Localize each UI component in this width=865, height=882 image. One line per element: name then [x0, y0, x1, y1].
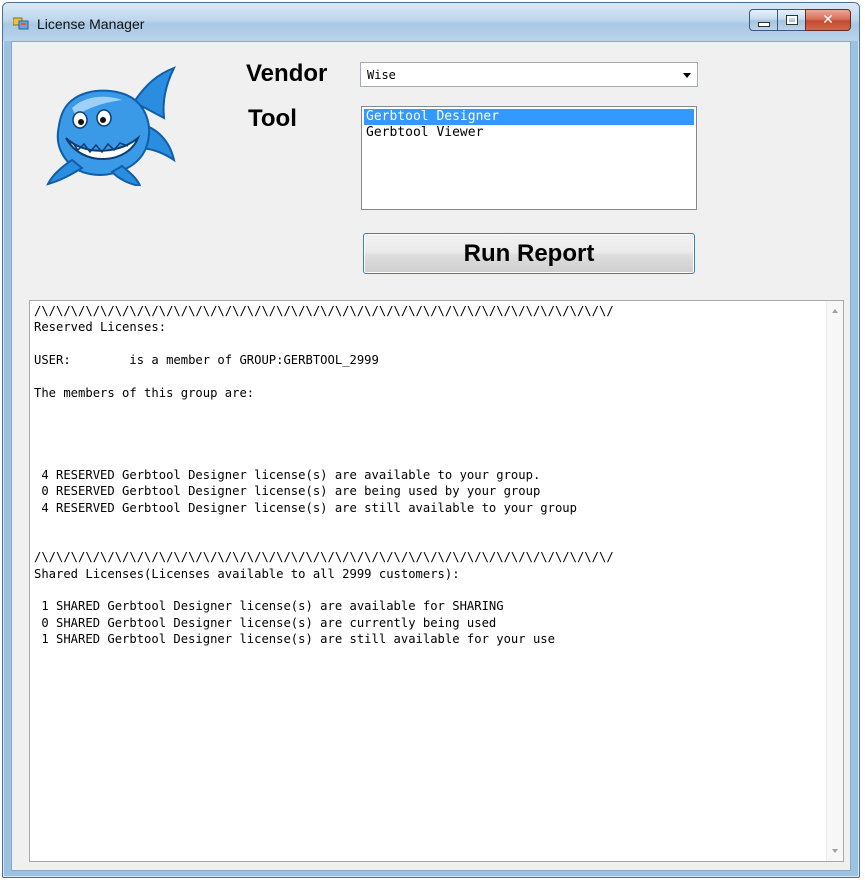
report-line: The members of this group are: [34, 386, 255, 401]
scroll-down-arrow-icon[interactable] [832, 849, 838, 853]
report-line [34, 336, 814, 352]
vendor-dropdown-value: Wise [367, 68, 396, 82]
vendor-dropdown[interactable]: Wise [360, 62, 698, 87]
report-line: USER: is a member of GROUP:GERBTOOL_2999 [34, 353, 379, 368]
report-line: 1 SHARED Gerbtool Designer license(s) ar… [34, 599, 504, 614]
report-line [34, 401, 814, 417]
report-line [34, 369, 814, 385]
app-window-icon [13, 17, 29, 30]
report-line: 1 SHARED Gerbtool Designer license(s) ar… [34, 632, 555, 647]
report-line [34, 582, 814, 598]
maximize-button[interactable] [777, 9, 805, 31]
form-client-area: Vendor Tool Wise Gerbtool Designer Gerbt… [11, 41, 851, 871]
minimize-icon [757, 21, 770, 27]
shark-logo-icon [46, 66, 177, 186]
report-text: /\/\/\/\/\/\/\/\/\/\/\/\/\/\/\/\/\/\/\/\… [34, 303, 814, 648]
vendor-label: Vendor [246, 60, 328, 87]
report-line: 4 RESERVED Gerbtool Designer license(s) … [34, 468, 541, 483]
tool-list-item[interactable]: Gerbtool Designer [363, 108, 695, 126]
vertical-scrollbar[interactable] [826, 301, 843, 861]
close-button[interactable]: ✕ [805, 9, 851, 31]
tool-listbox[interactable]: Gerbtool Designer Gerbtool Viewer [361, 106, 697, 210]
window-title: License Manager [37, 16, 145, 32]
caption-buttons: ✕ [749, 9, 851, 31]
report-line: 0 SHARED Gerbtool Designer license(s) ar… [34, 615, 497, 630]
tool-label: Tool [248, 105, 297, 132]
report-line: Reserved Licenses: [34, 320, 167, 335]
report-line [34, 533, 814, 549]
report-line: 0 RESERVED Gerbtool Designer license(s) … [34, 484, 541, 499]
run-report-button[interactable]: Run Report [363, 233, 695, 274]
report-output-textbox[interactable]: /\/\/\/\/\/\/\/\/\/\/\/\/\/\/\/\/\/\/\/\… [29, 300, 844, 862]
report-line [34, 434, 814, 450]
tool-list-item[interactable]: Gerbtool Viewer [364, 125, 694, 141]
report-line: Shared Licenses(Licenses available to al… [34, 566, 460, 581]
close-icon: ✕ [822, 12, 834, 28]
report-line: 4 RESERVED Gerbtool Designer license(s) … [34, 500, 577, 515]
report-line: /\/\/\/\/\/\/\/\/\/\/\/\/\/\/\/\/\/\/\/\… [34, 550, 614, 565]
license-manager-window: License Manager ✕ Vendor Tool Wise Gerbt… [2, 2, 860, 878]
title-bar[interactable]: License Manager ✕ [3, 3, 859, 41]
minimize-button[interactable] [749, 9, 777, 31]
maximize-icon [785, 15, 798, 25]
report-line [34, 418, 814, 434]
report-line [34, 516, 814, 532]
report-line [34, 451, 814, 467]
report-line: /\/\/\/\/\/\/\/\/\/\/\/\/\/\/\/\/\/\/\/\… [34, 304, 614, 318]
scroll-up-arrow-icon[interactable] [832, 309, 838, 313]
chevron-down-icon[interactable] [683, 73, 691, 78]
